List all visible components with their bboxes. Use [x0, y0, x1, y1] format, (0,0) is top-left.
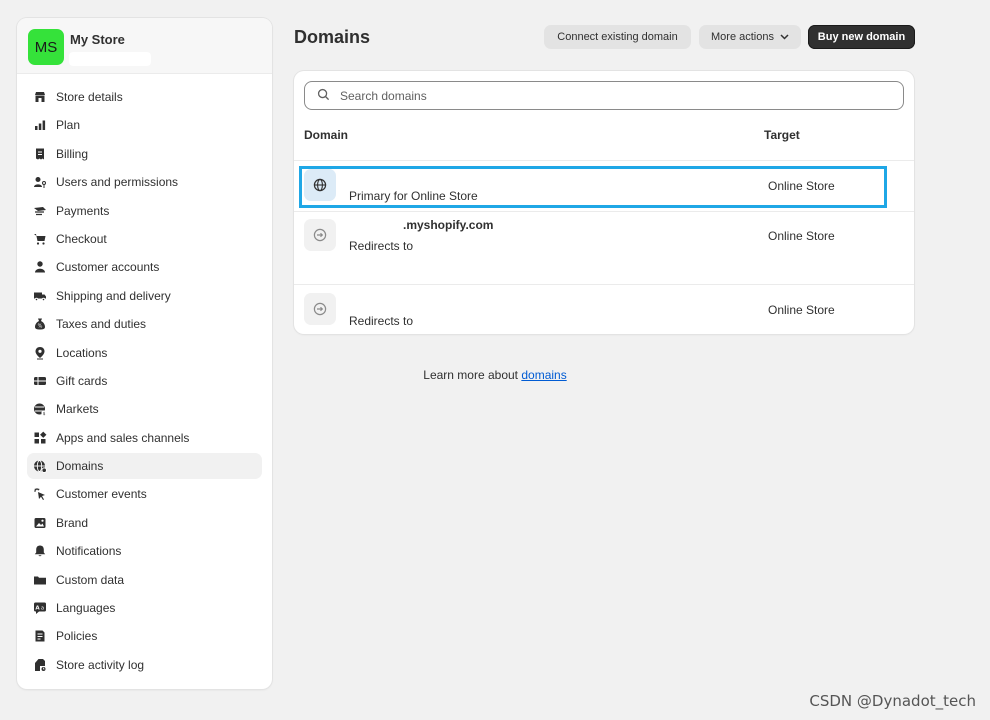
primary-domain-highlight-box [299, 166, 887, 208]
sidebar-item-label: Checkout [56, 231, 107, 246]
sidebar-item-plan[interactable]: Plan [27, 112, 262, 138]
sidebar-item-domains[interactable]: Domains [27, 453, 262, 480]
bell-icon [33, 544, 47, 558]
sidebar-item-label: Shipping and delivery [56, 288, 171, 303]
payments-icon [33, 204, 47, 218]
sidebar-item-label: Taxes and duties [56, 317, 147, 332]
sidebar-item-apps-and-sales-channels[interactable]: Apps and sales channels [27, 425, 262, 451]
billing-receipt-icon [33, 147, 47, 161]
store-url-redacted [69, 52, 151, 66]
learn-more-text: Learn more about domains [0, 368, 990, 382]
activity-log-icon [33, 658, 47, 672]
store-avatar: MS [28, 29, 64, 65]
sidebar-item-label: Languages [56, 601, 116, 616]
sidebar-item-notifications[interactable]: Notifications [27, 538, 262, 564]
sidebar-item-taxes-and-duties[interactable]: % Taxes and duties [27, 311, 262, 337]
sidebar-item-label: Locations [56, 345, 108, 360]
settings-nav: Store details Plan Billing Users and permis… [27, 84, 262, 680]
sidebar-item-label: Custom data [56, 572, 125, 587]
chevron-down-icon [780, 32, 789, 42]
sidebar-item-label: Brand [56, 515, 89, 530]
buy-new-domain-button[interactable]: Buy new domain [808, 25, 915, 49]
users-key-icon [33, 175, 47, 189]
sidebar-item-custom-data[interactable]: Custom data [27, 567, 262, 593]
tax-bag-icon: % [33, 317, 47, 331]
svg-text:A: A [35, 605, 40, 611]
sidebar-item-label: Store details [56, 90, 123, 104]
buy-new-domain-label: Buy new domain [817, 31, 906, 43]
page-title: Domains [294, 27, 371, 47]
globe-icon [33, 459, 47, 474]
sidebar-item-billing[interactable]: Billing [27, 141, 262, 167]
column-header-target: Target [764, 128, 800, 142]
sidebar-item-brand[interactable]: Brand [27, 510, 262, 536]
sidebar-item-checkout[interactable]: Checkout [27, 226, 262, 252]
domain-target: Online Store [768, 229, 835, 243]
svg-text:%: % [38, 324, 43, 330]
globe-redirect-icon [304, 219, 336, 251]
connect-existing-domain-label: Connect existing domain [557, 31, 678, 43]
sidebar-item-label: Billing [56, 146, 89, 161]
domains-help-link[interactable]: domains [521, 368, 566, 382]
sidebar-item-store-details[interactable]: Store details [27, 84, 262, 110]
search-domains-input[interactable]: Search domains [304, 81, 904, 110]
svg-text:a: a [41, 605, 44, 611]
learn-more-prefix: Learn more about [423, 368, 522, 382]
svg-text:$: $ [43, 411, 46, 416]
store-icon [33, 90, 47, 104]
more-actions-label: More actions [711, 31, 774, 43]
sidebar-item-languages[interactable]: Aa Languages [27, 595, 262, 621]
location-pin-icon [33, 346, 47, 360]
sidebar-item-payments[interactable]: Payments [27, 198, 262, 224]
sidebar-item-policies[interactable]: Policies [27, 623, 262, 649]
domain-row-myshopify[interactable]: .myshopify.com Redirects to Online Store [294, 212, 914, 284]
store-name: My Store [70, 32, 125, 47]
sidebar-item-shipping-and-delivery[interactable]: Shipping and delivery [27, 283, 262, 309]
sidebar-item-label: Payments [56, 203, 110, 218]
domain-target: Online Store [768, 303, 835, 317]
watermark: CSDN @Dynadot_tech [809, 692, 976, 710]
sidebar-item-label: Customer accounts [56, 260, 160, 275]
search-icon [317, 88, 340, 104]
settings-sidebar: MS My Store Store details Plan Billing User… [17, 18, 272, 689]
sidebar-item-label: Notifications [56, 544, 122, 559]
domain-row-redirect[interactable]: Redirects to Online Store [294, 285, 914, 334]
store-header[interactable]: MS My Store [17, 18, 272, 74]
cursor-click-icon [33, 487, 47, 501]
sidebar-item-label: Customer events [56, 487, 147, 502]
search-placeholder: Search domains [340, 88, 427, 103]
sidebar-item-store-activity-log[interactable]: Store activity log [27, 652, 262, 678]
sidebar-item-customer-events[interactable]: Customer events [27, 481, 262, 507]
domain-subtitle: Redirects to [349, 239, 414, 253]
globe-dollar-icon: $ [33, 402, 47, 416]
sidebar-item-label: Markets [56, 402, 99, 417]
sidebar-item-markets[interactable]: $ Markets [27, 396, 262, 422]
brand-image-icon [33, 516, 47, 530]
folder-icon [33, 573, 47, 587]
sidebar-item-label: Domains [56, 459, 104, 474]
sidebar-item-users-and-permissions[interactable]: Users and permissions [27, 169, 262, 195]
sidebar-item-label: Policies [56, 629, 98, 644]
sidebar-item-label: Plan [56, 118, 81, 133]
policy-document-icon [33, 629, 47, 643]
sidebar-item-locations[interactable]: Locations [27, 340, 262, 366]
domain-name: .myshopify.com [403, 218, 494, 232]
language-icon: Aa [33, 601, 47, 615]
more-actions-button[interactable]: More actions [699, 25, 801, 49]
plan-chart-icon [33, 118, 47, 132]
truck-icon [33, 289, 47, 303]
sidebar-item-label: Apps and sales channels [56, 430, 190, 445]
apps-grid-icon [33, 431, 47, 445]
sidebar-item-label: Users and permissions [56, 175, 179, 190]
globe-redirect-icon [304, 293, 336, 325]
cart-icon [33, 232, 47, 246]
connect-existing-domain-button[interactable]: Connect existing domain [544, 25, 691, 49]
sidebar-item-label: Store activity log [56, 657, 145, 672]
column-header-domain: Domain [304, 128, 349, 142]
domain-subtitle: Redirects to [349, 314, 414, 328]
sidebar-item-customer-accounts[interactable]: Customer accounts [27, 254, 262, 280]
person-icon [33, 260, 47, 274]
